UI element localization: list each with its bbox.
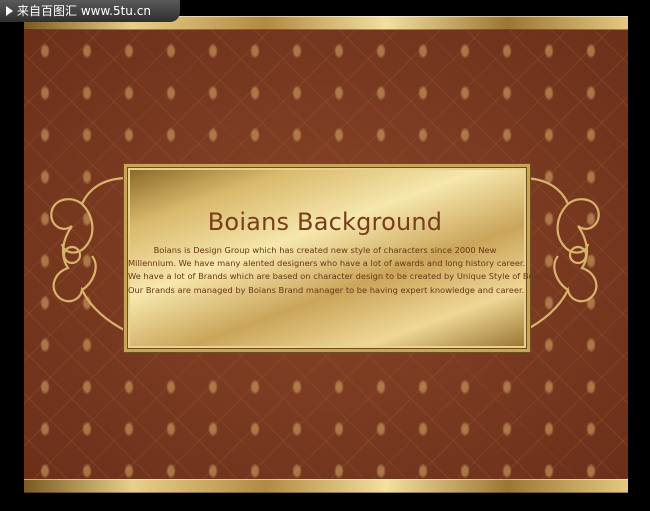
- banner-line-3: We have a lot of Brands which are based …: [128, 271, 554, 282]
- banner-body: Boians is Design Group which has created…: [128, 244, 554, 297]
- banner-line-1: Boians is Design Group which has created…: [153, 245, 497, 255]
- watermark-text: 来自百图汇 www.5tu.cn: [17, 4, 151, 18]
- banner-title: Boians Background: [207, 208, 443, 236]
- bottom-gold-bar: [24, 479, 628, 493]
- banner-line-2: Millennium. We have many alented designe…: [128, 258, 526, 269]
- watermark-badge: 来自百图汇 www.5tu.cn: [0, 0, 180, 22]
- banner-line-4: Our Brands are managed by Boians Brand m…: [128, 284, 525, 295]
- play-triangle-icon: [6, 6, 13, 16]
